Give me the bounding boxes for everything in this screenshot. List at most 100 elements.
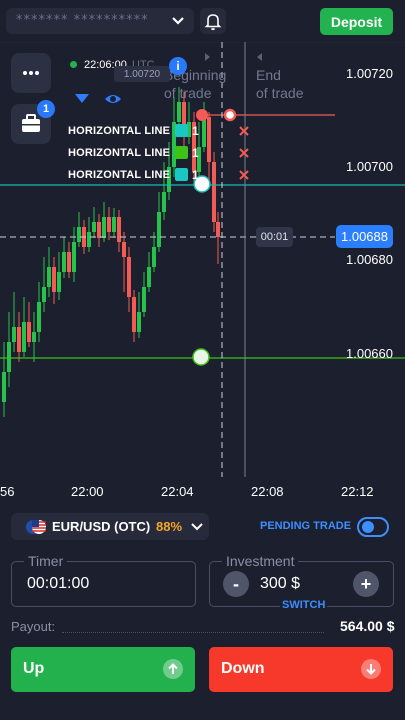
price-level-2: 1.00700 [346, 159, 393, 174]
line-width-value: 1 [192, 168, 199, 182]
candle-body [102, 217, 106, 238]
candle-body [52, 267, 56, 292]
menu-button[interactable] [11, 53, 51, 93]
line-width-value: 1 [192, 124, 199, 138]
close-icon[interactable] [238, 169, 250, 181]
arrow-down-icon[interactable] [73, 92, 91, 106]
down-button[interactable]: Down [209, 647, 393, 692]
timer-value: 00:01:00 [27, 575, 90, 592]
candle-body [97, 222, 101, 238]
eye-icon[interactable] [103, 91, 123, 107]
candle-body [117, 217, 121, 242]
chevron-down-icon [191, 523, 203, 531]
candle-body [162, 192, 166, 212]
pending-trade-label[interactable]: PENDING TRADE [260, 520, 351, 532]
candle-body [112, 217, 116, 232]
horizontal-line-item[interactable]: HORIZONTAL LINE 1 [68, 124, 258, 140]
end-of-trade-label: End of trade [256, 67, 304, 101]
close-icon[interactable] [238, 125, 250, 137]
price-level-1: 1.00720 [346, 66, 393, 81]
line-width-value: 1 [192, 146, 199, 160]
payout-leader [62, 632, 324, 633]
time-label-5: 22:12 [341, 484, 374, 499]
payout-label: Payout: [11, 619, 56, 634]
increase-investment-button[interactable]: + [353, 571, 379, 597]
candle-body [17, 327, 21, 352]
chevron-down-icon [172, 17, 184, 25]
decrease-investment-button[interactable]: - [223, 571, 249, 597]
investment-field[interactable]: Investment - 300 $ + SWITCH [209, 553, 394, 611]
candle-body [77, 227, 81, 242]
switch-button[interactable]: SWITCH [280, 599, 328, 611]
account-selector[interactable]: ******* ********** [6, 8, 194, 34]
candle-body [137, 312, 141, 332]
more-dots-icon [23, 71, 39, 75]
line-handle-green[interactable] [192, 348, 210, 366]
candle-body [122, 242, 126, 257]
line-color-swatch[interactable] [175, 168, 188, 181]
horizontal-line-item[interactable]: HORIZONTAL LINE 1 [68, 146, 258, 162]
horizontal-line-label: HORIZONTAL LINE [68, 169, 171, 181]
close-icon[interactable] [238, 147, 250, 159]
candle-body [67, 252, 71, 272]
notifications-button[interactable] [200, 8, 226, 34]
asset-name: EUR/USD (OTC) [52, 519, 151, 534]
price-chart[interactable]: Beginning of trade End of trade 22:06:00 U… [0, 42, 405, 507]
candle-body [92, 222, 96, 232]
candle-body [152, 247, 156, 267]
time-label-2: 22:00 [71, 484, 104, 499]
line-handle-red-right[interactable] [223, 108, 237, 122]
time-label-1: 56 [0, 484, 15, 499]
candle-body [216, 222, 220, 237]
portfolio-count-badge: 1 [37, 100, 55, 118]
deposit-button[interactable]: Deposit [320, 8, 393, 35]
candle-body [57, 272, 61, 292]
timer-label: Timer [24, 553, 68, 569]
timer-field[interactable]: Timer 00:01:00 [11, 553, 196, 607]
candle-body [2, 372, 6, 402]
asset-payout-percent: 88% [156, 519, 183, 534]
candle-body [32, 332, 36, 342]
candle-body [87, 232, 91, 247]
time-label-3: 22:04 [161, 484, 194, 499]
horizontal-line-label: HORIZONTAL LINE [68, 147, 171, 159]
line-color-swatch[interactable] [175, 146, 188, 159]
candle-body [72, 242, 76, 272]
candle-body [42, 287, 46, 302]
payout-value: 564.00 $ [340, 618, 395, 634]
candle-body [37, 302, 41, 332]
triangle-right-icon [205, 53, 210, 61]
price-level-4: 1.00660 [346, 346, 393, 361]
candle-body [147, 267, 151, 287]
investment-label: Investment [222, 553, 299, 569]
eur-usd-flag-icon [26, 520, 46, 534]
candle-body [132, 297, 136, 332]
toggle-knob [362, 521, 374, 533]
chart-canvas[interactable] [0, 42, 405, 507]
candle-body [177, 102, 181, 122]
countdown-tag: 00:01 [256, 227, 293, 247]
up-label: Up [23, 660, 45, 677]
arrow-down-icon [361, 659, 381, 679]
candle-body [22, 322, 26, 352]
triangle-left-icon [257, 53, 262, 61]
live-dot [70, 61, 77, 68]
account-balance-masked: ******* ********** [16, 13, 149, 28]
time-label-4: 22:08 [251, 484, 284, 499]
candle-body [62, 252, 66, 272]
info-icon[interactable]: i [169, 57, 187, 75]
candle-body [157, 212, 161, 247]
candle-body [142, 287, 146, 312]
line-handle-red-left[interactable] [196, 109, 208, 121]
candle-body [7, 342, 11, 372]
pending-trade-toggle[interactable] [357, 517, 389, 537]
horizontal-line-label: HORIZONTAL LINE [68, 125, 171, 137]
horizontal-line-item[interactable]: HORIZONTAL LINE 1 [68, 168, 258, 184]
price-level-3: 1.00680 [346, 252, 393, 267]
asset-selector[interactable]: EUR/USD (OTC) 88% [11, 513, 209, 540]
candle-body [47, 267, 51, 287]
investment-value: 300 $ [260, 575, 301, 592]
line-color-swatch[interactable] [175, 124, 188, 137]
down-label: Down [221, 660, 265, 677]
up-button[interactable]: Up [11, 647, 195, 692]
